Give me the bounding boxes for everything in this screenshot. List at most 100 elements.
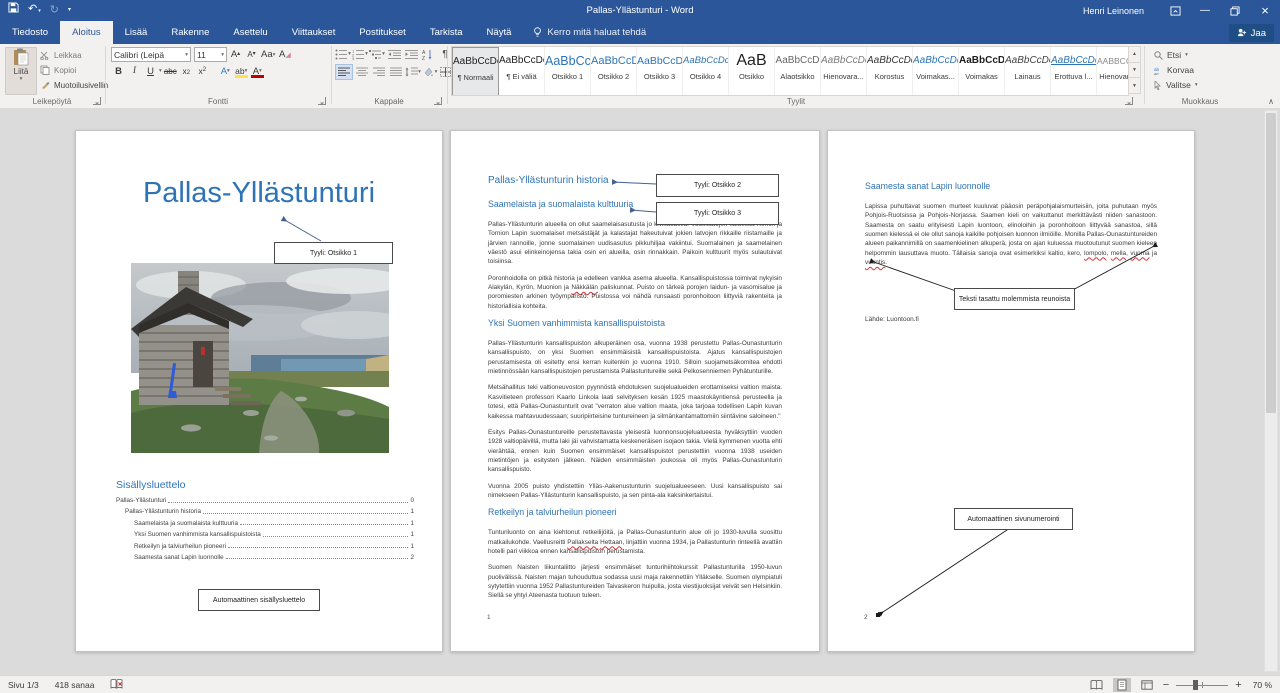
ribbon-tab-tiedosto[interactable]: Tiedosto [0, 21, 60, 44]
zoom-level[interactable]: 70 % [1253, 680, 1272, 690]
clipboard-dialog-launcher[interactable] [93, 97, 101, 105]
callout-heading3-style[interactable]: Tyyli: Otsikko 3 [656, 202, 779, 225]
zoom-slider[interactable] [1176, 679, 1228, 691]
line-spacing-icon[interactable]: ▾ [405, 65, 421, 79]
style-voimakas[interactable]: AaBbCcDcVoimakas... [913, 47, 959, 96]
ribbon-tab-rakenne[interactable]: Rakenne [159, 21, 221, 44]
bullets-icon[interactable]: ▾ [335, 47, 351, 61]
cut-button[interactable]: Leikkaa [40, 48, 108, 62]
print-layout-icon[interactable] [1113, 678, 1131, 692]
style-hienovara[interactable]: AABBCCDCHienovara... [1097, 47, 1129, 96]
minimize-button[interactable]: — [1190, 0, 1220, 21]
highlight-color-button[interactable]: ab▾ [234, 64, 249, 78]
table-of-contents[interactable]: Pallas-Yllästunturi0 Pallas-Yllästunturin… [116, 497, 414, 565]
italic-button[interactable]: I [127, 64, 142, 78]
style-otsikko-4[interactable]: AaBbCcDcOtsikko 4 [683, 47, 729, 96]
align-center-icon[interactable] [354, 65, 370, 79]
multilevel-list-icon[interactable]: ▾ [369, 47, 385, 61]
font-dialog-launcher[interactable] [318, 97, 326, 105]
numbering-icon[interactable]: 123▾ [352, 47, 368, 61]
text-effects-button[interactable]: A▾ [218, 64, 233, 78]
ribbon-tab-postitukset[interactable]: Postitukset [347, 21, 417, 44]
callout-justified-text[interactable]: Teksti tasattu molemmista reunoista [954, 288, 1075, 310]
zoom-out-button[interactable]: − [1163, 679, 1169, 691]
find-button[interactable]: Etsi▾ [1154, 48, 1198, 62]
web-layout-icon[interactable] [1138, 678, 1156, 692]
share-button[interactable]: Jaa [1229, 24, 1274, 42]
proofing-errors-icon[interactable] [110, 679, 123, 692]
ribbon-tab-näytä[interactable]: Näytä [475, 21, 524, 44]
style-otsikko-3[interactable]: AaBbCcDOtsikko 3 [637, 47, 683, 96]
style-erottuva-l[interactable]: AaBbCcDcErottuva l... [1051, 47, 1097, 96]
style-voimakas[interactable]: AaBbCcDcVoimakas [959, 47, 1005, 96]
sort-icon[interactable]: AZ [420, 47, 436, 61]
toc-entry[interactable]: Saamesta sanat Lapin luonnolle2 [116, 554, 414, 561]
paragraph-dialog-launcher[interactable] [434, 97, 442, 105]
shrink-font-button[interactable]: A▾ [244, 48, 259, 62]
style-otsikko-1[interactable]: AaBbCcOtsikko 1 [545, 47, 591, 96]
styles-dialog-launcher[interactable] [1125, 97, 1133, 105]
style-hienovara[interactable]: AaBbCcDcHienovara... [821, 47, 867, 96]
underline-caret[interactable]: ▾ [159, 68, 162, 74]
ribbon-tab-asettelu[interactable]: Asettelu [221, 21, 279, 44]
style-normaali[interactable]: AaBbCcDc¶ Normaali [452, 47, 499, 96]
document-page-2[interactable]: Pallas-Yllästunturin historiaSaamelaista… [450, 130, 820, 652]
style-alaotsikko[interactable]: AaBbCcDAlaotsikko [775, 47, 821, 96]
clear-formatting-button[interactable]: A◢ [277, 48, 292, 62]
decrease-indent-icon[interactable] [386, 47, 402, 61]
styles-scroll-down-icon[interactable]: ▼ [1128, 63, 1141, 79]
strikethrough-button[interactable]: abc [163, 64, 178, 78]
ribbon-tab-aloitus[interactable]: Aloitus [60, 21, 113, 44]
user-account-name[interactable]: Henri Leinonen [1083, 6, 1144, 16]
font-color-button[interactable]: A▾ [250, 64, 265, 78]
word-count[interactable]: 418 sanaa [55, 680, 95, 690]
justify-icon[interactable] [388, 65, 404, 79]
restore-button[interactable] [1220, 0, 1250, 21]
style-ei-väliä[interactable]: AaBbCcDc¶ Ei väliä [499, 47, 545, 96]
toc-entry[interactable]: Pallas-Yllästunturin historia1 [116, 508, 414, 515]
style-otsikko-2[interactable]: AaBbCcDOtsikko 2 [591, 47, 637, 96]
change-case-button[interactable]: Aa▾ [260, 48, 276, 62]
style-lainaus[interactable]: AaBbCcDcLainaus [1005, 47, 1051, 96]
increase-indent-icon[interactable] [403, 47, 419, 61]
tell-me-box[interactable]: Kerro mitä haluat tehdä [523, 21, 656, 44]
zoom-in-button[interactable]: + [1235, 679, 1241, 691]
toc-entry[interactable]: Yksi Suomen vanhimmista kansallispuistoi… [116, 531, 414, 538]
underline-button[interactable]: U [143, 64, 158, 78]
ribbon-tab-tarkista[interactable]: Tarkista [418, 21, 475, 44]
collapse-ribbon-icon[interactable]: ∧ [1268, 97, 1274, 106]
callout-heading2-style[interactable]: Tyyli: Otsikko 2 [656, 174, 779, 197]
ribbon-tab-lisää[interactable]: Lisää [113, 21, 160, 44]
callout-title-style[interactable]: Tyyli: Otsikko 1 [274, 242, 393, 264]
document-canvas[interactable]: Pallas-Yllästunturi [0, 108, 1280, 675]
read-mode-icon[interactable] [1088, 678, 1106, 692]
document-page-1[interactable]: Pallas-Yllästunturi [75, 130, 443, 652]
toc-entry[interactable]: Saamelaista ja suomalaista kulttuuria1 [116, 520, 414, 527]
toc-entry[interactable]: Retkeilyn ja talviurheilun pioneeri1 [116, 543, 414, 550]
scrollbar-thumb[interactable] [1266, 113, 1276, 413]
ribbon-tab-viittaukset[interactable]: Viittaukset [280, 21, 348, 44]
style-korostus[interactable]: AaBbCcDcKorostus [867, 47, 913, 96]
align-right-icon[interactable] [371, 65, 387, 79]
paste-button[interactable]: Liitä ▾ [5, 47, 37, 95]
document-page-3[interactable]: Saamesta sanat Lapin luonnolleLapissa pu… [827, 130, 1195, 652]
toc-entry[interactable]: Pallas-Yllästunturi0 [116, 497, 414, 504]
superscript-button[interactable]: x2 [195, 64, 210, 78]
style-otsikko[interactable]: AaBOtsikko [729, 47, 775, 96]
close-button[interactable]: × [1250, 0, 1280, 21]
grow-font-button[interactable]: A▴ [228, 48, 243, 62]
replace-button[interactable]: abac Korvaa [1154, 63, 1198, 77]
ribbon-display-options-icon[interactable] [1160, 0, 1190, 21]
bold-button[interactable]: B [111, 64, 126, 78]
callout-automatic-toc[interactable]: Automaattinen sisällysluettelo [198, 589, 320, 611]
select-button[interactable]: Valitse▾ [1154, 78, 1198, 92]
styles-more-icon[interactable]: ▼ [1128, 78, 1141, 94]
format-painter-button[interactable]: Muotoilusivellin [40, 78, 108, 92]
vertical-scrollbar[interactable] [1264, 110, 1278, 672]
subscript-button[interactable]: x2 [179, 64, 194, 78]
zoom-slider-thumb[interactable] [1193, 680, 1198, 690]
styles-scroll-up-icon[interactable]: ▲ [1128, 46, 1141, 63]
align-left-icon[interactable] [335, 64, 353, 80]
font-size-combo[interactable]: 11▾ [194, 47, 227, 62]
page-indicator[interactable]: Sivu 1/3 [8, 680, 39, 690]
